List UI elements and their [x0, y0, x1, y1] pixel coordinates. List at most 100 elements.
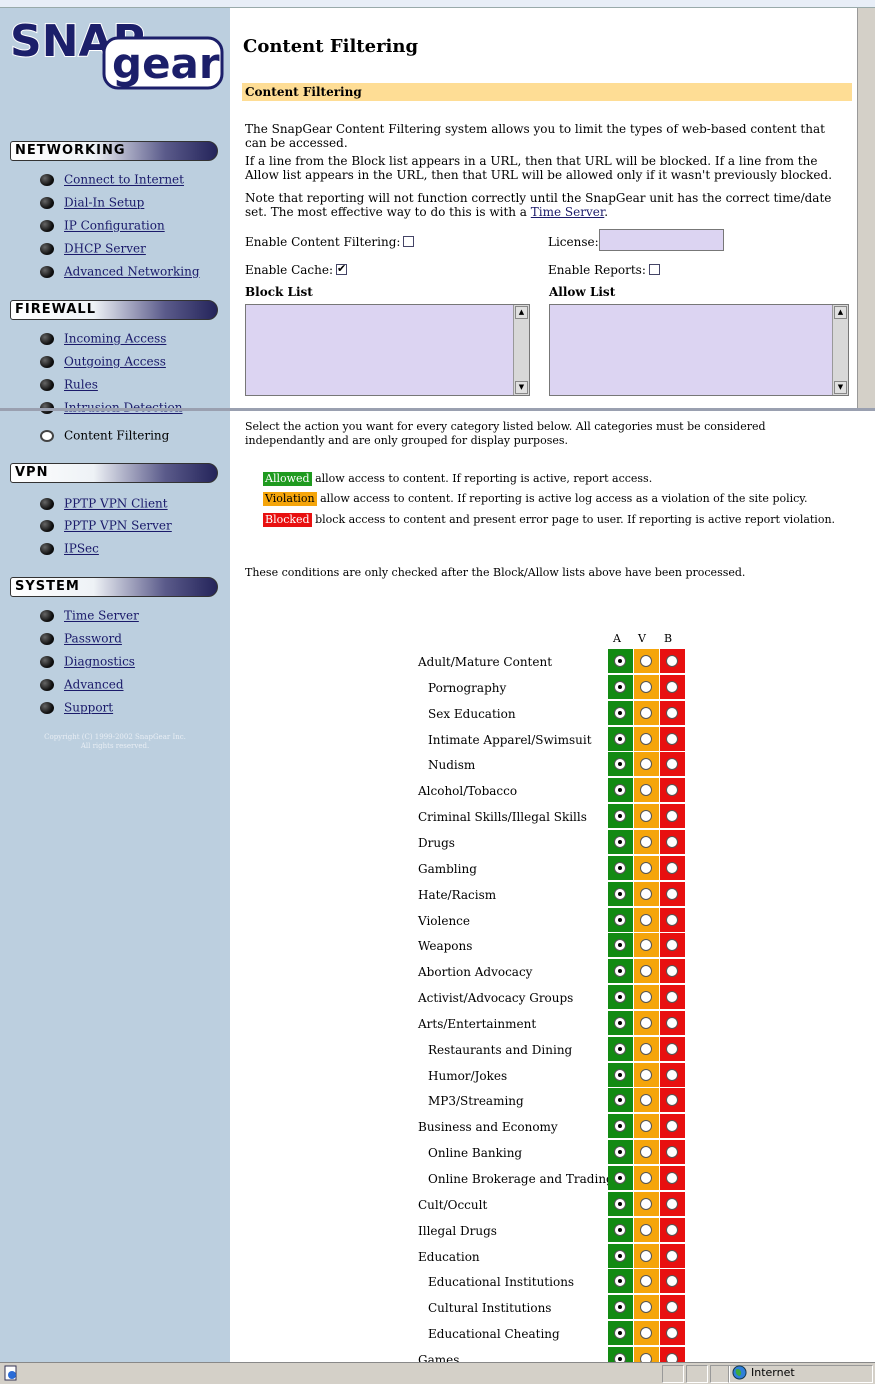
radio-b[interactable]	[666, 1172, 678, 1184]
sidebar-item-dial-in-setup[interactable]: Dial-In Setup	[40, 193, 144, 211]
radio-v[interactable]	[640, 836, 652, 848]
scroll-up-icon[interactable]: ▲	[834, 306, 847, 319]
radio-a[interactable]	[614, 1069, 626, 1081]
sidebar-item-connect-to-internet[interactable]: Connect to Internet	[40, 170, 184, 188]
radio-a[interactable]	[614, 758, 626, 770]
radio-v[interactable]	[640, 655, 652, 667]
radio-a[interactable]	[614, 1301, 626, 1313]
radio-b[interactable]	[666, 810, 678, 822]
radio-b[interactable]	[666, 707, 678, 719]
radio-a[interactable]	[614, 1094, 626, 1106]
sidebar-item-support[interactable]: Support	[40, 698, 113, 716]
sidebar-item-content-filtering[interactable]: Content Filtering	[40, 426, 169, 444]
sidebar-item-advanced[interactable]: Advanced	[40, 675, 124, 693]
radio-b[interactable]	[666, 1069, 678, 1081]
radio-v[interactable]	[640, 939, 652, 951]
sidebar-item-pptp-vpn-client[interactable]: PPTP VPN Client	[40, 494, 168, 512]
radio-a[interactable]	[614, 1275, 626, 1287]
sidebar-item-password[interactable]: Password	[40, 629, 122, 647]
radio-v[interactable]	[640, 991, 652, 1003]
radio-b[interactable]	[666, 1250, 678, 1262]
radio-b[interactable]	[666, 733, 678, 745]
radio-v[interactable]	[640, 1094, 652, 1106]
radio-v[interactable]	[640, 1069, 652, 1081]
radio-b[interactable]	[666, 862, 678, 874]
sidebar-item-dhcp-server[interactable]: DHCP Server	[40, 239, 146, 257]
radio-b[interactable]	[666, 1017, 678, 1029]
radio-b[interactable]	[666, 1224, 678, 1236]
radio-a[interactable]	[614, 888, 626, 900]
radio-v[interactable]	[640, 1172, 652, 1184]
sidebar-item-intrusion-detection[interactable]: Intrusion Detection	[40, 398, 183, 416]
radio-v[interactable]	[640, 914, 652, 926]
radio-a[interactable]	[614, 914, 626, 926]
radio-b[interactable]	[666, 681, 678, 693]
radio-v[interactable]	[640, 707, 652, 719]
radio-v[interactable]	[640, 1301, 652, 1313]
radio-a[interactable]	[614, 1120, 626, 1132]
radio-b[interactable]	[666, 784, 678, 796]
sidebar-item-diagnostics[interactable]: Diagnostics	[40, 652, 135, 670]
time-server-link[interactable]: Time Server	[531, 205, 605, 219]
radio-v[interactable]	[640, 1198, 652, 1210]
radio-a[interactable]	[614, 655, 626, 667]
block-list-textarea[interactable]: ▲ ▼	[245, 304, 530, 396]
sidebar-item-pptp-vpn-server[interactable]: PPTP VPN Server	[40, 516, 172, 534]
sidebar-item-rules[interactable]: Rules	[40, 375, 98, 393]
radio-b[interactable]	[666, 1094, 678, 1106]
radio-a[interactable]	[614, 1017, 626, 1029]
radio-a[interactable]	[614, 1250, 626, 1262]
radio-v[interactable]	[640, 758, 652, 770]
radio-b[interactable]	[666, 655, 678, 667]
radio-a[interactable]	[614, 733, 626, 745]
radio-b[interactable]	[666, 758, 678, 770]
radio-b[interactable]	[666, 1120, 678, 1132]
scroll-down-icon[interactable]: ▼	[834, 381, 847, 394]
radio-v[interactable]	[640, 862, 652, 874]
scroll-down-icon[interactable]: ▼	[515, 381, 528, 394]
radio-v[interactable]	[640, 1250, 652, 1262]
radio-v[interactable]	[640, 888, 652, 900]
radio-v[interactable]	[640, 681, 652, 693]
radio-b[interactable]	[666, 965, 678, 977]
radio-a[interactable]	[614, 707, 626, 719]
sidebar-item-time-server[interactable]: Time Server	[40, 606, 139, 624]
radio-b[interactable]	[666, 1043, 678, 1055]
radio-v[interactable]	[640, 1275, 652, 1287]
radio-a[interactable]	[614, 939, 626, 951]
radio-b[interactable]	[666, 1146, 678, 1158]
radio-b[interactable]	[666, 939, 678, 951]
allow-list-scrollbar[interactable]: ▲ ▼	[832, 305, 848, 395]
radio-a[interactable]	[614, 862, 626, 874]
radio-a[interactable]	[614, 810, 626, 822]
window-scrollbar[interactable]	[857, 8, 875, 410]
radio-a[interactable]	[614, 681, 626, 693]
radio-b[interactable]	[666, 1301, 678, 1313]
radio-a[interactable]	[614, 836, 626, 848]
radio-v[interactable]	[640, 784, 652, 796]
radio-v[interactable]	[640, 1146, 652, 1158]
radio-a[interactable]	[614, 1327, 626, 1339]
sidebar-item-advanced-networking[interactable]: Advanced Networking	[40, 262, 200, 280]
radio-b[interactable]	[666, 991, 678, 1003]
block-list-scrollbar[interactable]: ▲ ▼	[513, 305, 529, 395]
radio-v[interactable]	[640, 810, 652, 822]
radio-a[interactable]	[614, 991, 626, 1003]
radio-b[interactable]	[666, 836, 678, 848]
radio-a[interactable]	[614, 965, 626, 977]
radio-v[interactable]	[640, 1043, 652, 1055]
radio-a[interactable]	[614, 1043, 626, 1055]
enable-reports-checkbox[interactable]	[648, 264, 660, 275]
sidebar-item-ip-configuration[interactable]: IP Configuration	[40, 216, 165, 234]
allow-list-textarea[interactable]: ▲ ▼	[549, 304, 849, 396]
scroll-up-icon[interactable]: ▲	[515, 306, 528, 319]
radio-a[interactable]	[614, 784, 626, 796]
radio-a[interactable]	[614, 1198, 626, 1210]
radio-v[interactable]	[640, 733, 652, 745]
sidebar-item-ipsec[interactable]: IPSec	[40, 539, 99, 557]
sidebar-item-outgoing-access[interactable]: Outgoing Access	[40, 352, 166, 370]
radio-a[interactable]	[614, 1172, 626, 1184]
radio-b[interactable]	[666, 1327, 678, 1339]
enable-filtering-checkbox[interactable]	[403, 236, 415, 247]
enable-cache-checkbox[interactable]	[336, 262, 348, 276]
